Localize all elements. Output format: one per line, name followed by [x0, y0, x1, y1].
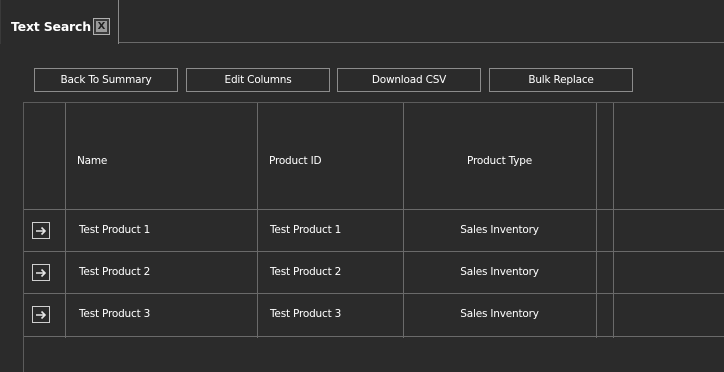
- cell-product-type: Sales Inventory: [460, 266, 539, 278]
- open-row-button[interactable]: [32, 306, 50, 323]
- open-row-button[interactable]: [32, 264, 50, 281]
- arrow-right-icon: [36, 226, 47, 235]
- bulk-replace-label: Bulk Replace: [528, 74, 594, 86]
- column-header-product-type[interactable]: Product Type: [403, 155, 596, 167]
- edit-columns-button[interactable]: Edit Columns: [186, 68, 330, 92]
- table-row: Test Product 1 Test Product 1 Sales Inve…: [24, 210, 724, 252]
- results-grid: Name Product ID Product Type Test Produc…: [23, 102, 724, 372]
- arrow-right-icon: [36, 310, 47, 319]
- cell-product-id: Test Product 2: [270, 266, 342, 278]
- download-csv-button[interactable]: Download CSV: [337, 68, 481, 92]
- tab-text-search[interactable]: Text Search X: [0, 0, 119, 44]
- download-csv-label: Download CSV: [371, 74, 447, 86]
- back-to-summary-button[interactable]: Back To Summary: [34, 68, 178, 92]
- close-icon: X: [96, 21, 107, 32]
- arrow-right-icon: [36, 268, 47, 277]
- close-tab-button[interactable]: X: [93, 18, 110, 35]
- tab-strip: Text Search X: [0, 0, 724, 44]
- column-header-name[interactable]: Name: [77, 155, 107, 167]
- table-row: Test Product 2 Test Product 2 Sales Inve…: [24, 252, 724, 294]
- cell-product-type: Sales Inventory: [460, 308, 539, 320]
- cell-product-type: Sales Inventory: [460, 224, 539, 236]
- column-header-product-id[interactable]: Product ID: [269, 155, 322, 167]
- row-divider: [24, 336, 724, 337]
- cell-name: Test Product 1: [79, 224, 151, 236]
- cell-name: Test Product 2: [79, 266, 151, 278]
- open-row-button[interactable]: [32, 222, 50, 239]
- table-row: Test Product 3 Test Product 3 Sales Inve…: [24, 294, 724, 336]
- cell-product-id: Test Product 1: [270, 224, 342, 236]
- cell-name: Test Product 3: [79, 308, 151, 320]
- tab-title: Text Search: [11, 19, 91, 34]
- edit-columns-label: Edit Columns: [224, 74, 292, 86]
- cell-product-id: Test Product 3: [270, 308, 342, 320]
- bulk-replace-button[interactable]: Bulk Replace: [489, 68, 633, 92]
- back-to-summary-label: Back To Summary: [60, 74, 152, 86]
